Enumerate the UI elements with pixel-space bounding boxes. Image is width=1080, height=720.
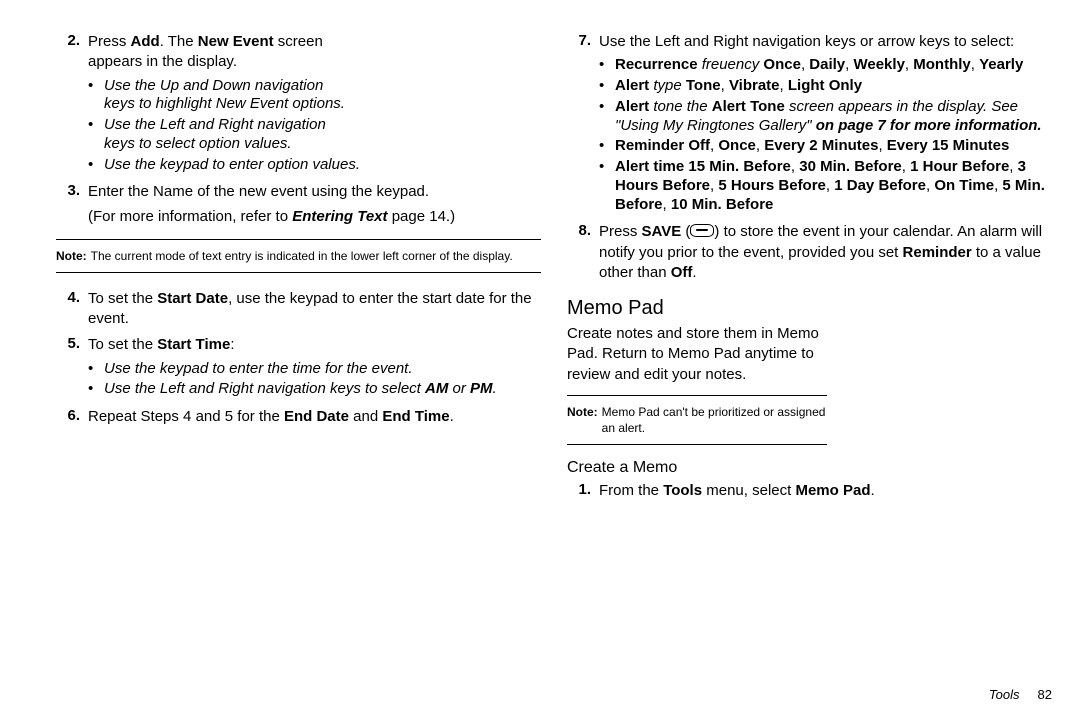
text: . [493,380,497,397]
bullet-text: Use the Up and Down navigation keys to h… [104,77,348,115]
text-bold: Reminder [903,244,972,261]
paragraph: Create notes and store them in Memo Pad.… [567,324,827,385]
text-bold: SAVE [642,223,682,240]
text: or [448,380,470,397]
list-number: 1. [567,481,599,501]
list-number: 7. [567,32,599,216]
divider [567,444,827,445]
bullet-text: Use the Left and Right navigation keys t… [104,380,425,397]
footer-section: Tools [989,687,1020,702]
note-block: Note: Memo Pad can't be prioritized or a… [567,402,827,438]
text: ( [681,223,690,240]
text: To set the [88,336,157,353]
text: . [450,408,454,425]
bullet-item: •Use the keypad to enter option values. [88,156,360,175]
text-bold: New Event [198,33,274,50]
footer-page: 82 [1038,687,1052,702]
divider [567,395,827,396]
list-number: 5. [56,335,88,401]
bullet-item: • Alert tone the Alert Tone screen appea… [599,98,1052,136]
text-bold: PM [470,380,493,397]
text: Press [88,33,131,50]
text: Press [599,223,642,240]
bullet-item: • Recurrence freuency Once, Daily, Weekl… [599,56,1052,75]
step-4: 4. To set the Start Date, use the keypad… [56,289,541,330]
text-bold: Memo Pad [795,482,870,499]
right-column: 7. Use the Left and Right navigation key… [567,32,1052,668]
section-heading: Memo Pad [567,297,1052,320]
step-8: 8. Press SAVE () to store the event in y… [567,222,1052,283]
step-7: 7. Use the Left and Right navigation key… [567,32,1052,216]
text-bold: Start Date [157,290,228,307]
bullet-text: Use the keypad to enter option values. [104,156,360,175]
text: page 14.) [388,208,456,225]
text-bold: AM [425,380,448,397]
note-text: The current mode of text entry is indica… [91,248,541,264]
step-6: 6. Repeat Steps 4 and 5 for the End Date… [56,407,541,427]
note-text: Memo Pad can't be prioritized or assigne… [602,404,827,436]
step-3: 3. Enter the Name of the new event using… [56,182,541,227]
text: (For more information, refer to [88,208,292,225]
text: menu, select [702,482,795,499]
text: : [230,336,234,353]
step-5: 5. To set the Start Time: •Use the keypa… [56,335,541,401]
text: Repeat Steps 4 and 5 for the [88,408,284,425]
bullet-text: Use the keypad to enter the time for the… [104,360,497,379]
text-bold: End Date [284,408,349,425]
divider [56,272,541,273]
note-label: Note: [567,404,602,436]
text-ref: Entering Text [292,208,387,225]
text: From the [599,482,663,499]
text-bold: End Time [382,408,449,425]
bullet-item: • Use the Left and Right navigation keys… [88,380,497,399]
bullet-item: • Alert time 15 Min. Before, 30 Min. Bef… [599,158,1052,214]
text: . The [160,33,198,50]
text-bold: Tools [663,482,702,499]
text-bold: Start Time [157,336,230,353]
left-column: 2. Press Add. The New Event screen appea… [56,32,541,668]
text: . [692,264,696,281]
text: Enter the Name of the new event using th… [88,182,455,202]
list-number: 6. [56,407,88,427]
text: Use the Left and Right navigation keys o… [599,32,1052,52]
step-2: 2. Press Add. The New Event screen appea… [56,32,541,176]
note-label: Note: [56,248,91,264]
subheading: Create a Memo [567,459,1052,477]
softkey-icon [690,224,714,237]
text-bold: Off [671,264,693,281]
page-footer: Tools 82 [989,687,1052,702]
bullet-item: •Use the Left and Right navigation keys … [88,116,348,154]
step-1: 1. From the Tools menu, select Memo Pad. [567,481,1052,501]
list-number: 2. [56,32,88,176]
list-number: 8. [567,222,599,283]
bullet-item: • Reminder Off, Once, Every 2 Minutes, E… [599,137,1052,156]
text: and [349,408,382,425]
bullet-item: •Use the Up and Down navigation keys to … [88,77,348,115]
bullet-item: • Alert type Tone, Vibrate, Light Only [599,77,1052,96]
note-block: Note: The current mode of text entry is … [56,246,541,266]
list-number: 3. [56,182,88,227]
bullet-text: Use the Left and Right navigation keys t… [104,116,348,154]
text: . [870,482,874,499]
list-number: 4. [56,289,88,330]
bullet-item: •Use the keypad to enter the time for th… [88,360,497,379]
divider [56,239,541,240]
text: To set the [88,290,157,307]
text-bold: Add [131,33,160,50]
